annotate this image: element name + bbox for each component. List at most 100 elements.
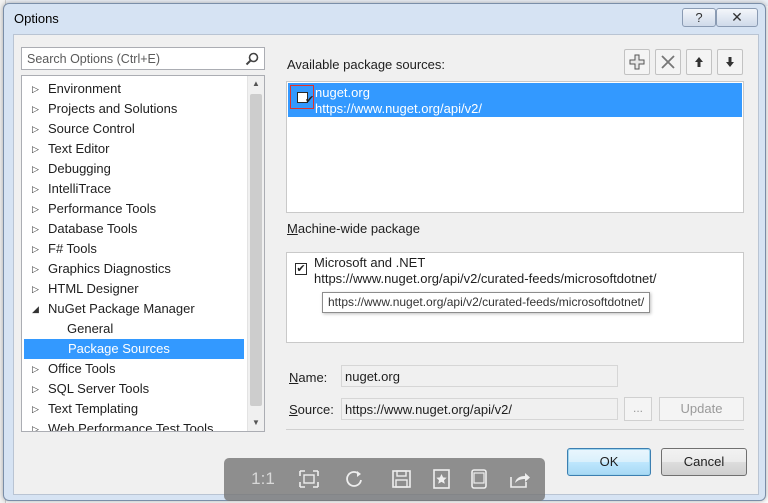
collapsed-arrow-icon[interactable]: ▷ bbox=[32, 119, 39, 139]
move-down-button[interactable] bbox=[717, 49, 743, 75]
save-icon bbox=[392, 470, 411, 488]
search-placeholder: Search Options (Ctrl+E) bbox=[27, 52, 161, 66]
collapsed-arrow-icon[interactable]: ▷ bbox=[32, 219, 39, 239]
tree-scrollbar[interactable]: ▲ ▼ bbox=[247, 76, 264, 431]
tree-item[interactable]: ▷ F# Tools bbox=[23, 239, 245, 259]
source-name: nuget.org bbox=[315, 85, 370, 100]
tree-item-label: Office Tools bbox=[48, 361, 116, 376]
window-title: Options bbox=[14, 11, 59, 26]
phone-frame-icon bbox=[471, 469, 487, 489]
search-options-input[interactable]: Search Options (Ctrl+E) bbox=[21, 47, 265, 70]
actual-size-button[interactable]: 1:1 bbox=[248, 466, 278, 492]
source-field[interactable]: https://www.nuget.org/api/v2/ bbox=[341, 398, 618, 420]
tree-item[interactable]: ▷ Source Control bbox=[23, 119, 245, 139]
tree-item[interactable]: ▷ Database Tools bbox=[23, 219, 245, 239]
tree-item-label: Text Templating bbox=[48, 401, 139, 416]
favorite-button[interactable] bbox=[427, 466, 457, 492]
close-button[interactable]: ✕ bbox=[716, 8, 758, 27]
tree-item[interactable]: ◢ NuGet Package Manager bbox=[23, 299, 245, 319]
collapsed-arrow-icon[interactable]: ▷ bbox=[32, 379, 39, 399]
tree-item-label: SQL Server Tools bbox=[48, 381, 150, 396]
tree-item[interactable]: ▷ Projects and Solutions bbox=[23, 99, 245, 119]
url-tooltip: https://www.nuget.org/api/v2/curated-fee… bbox=[322, 292, 651, 313]
collapsed-arrow-icon[interactable]: ▷ bbox=[32, 139, 39, 159]
collapsed-arrow-icon[interactable]: ▷ bbox=[32, 79, 39, 99]
scroll-up-arrow-icon[interactable]: ▲ bbox=[248, 76, 264, 92]
ok-button[interactable]: OK bbox=[567, 448, 651, 476]
tree-item-label: General bbox=[67, 321, 114, 336]
fit-window-button[interactable] bbox=[294, 466, 324, 492]
title-bar[interactable]: Options ? ✕ bbox=[4, 4, 765, 32]
machine-source-name: Microsoft and .NET bbox=[314, 255, 426, 270]
slideshow-button[interactable] bbox=[464, 466, 494, 492]
collapsed-arrow-icon[interactable]: ▷ bbox=[32, 199, 39, 219]
scroll-down-arrow-icon[interactable]: ▼ bbox=[248, 415, 264, 431]
arrow-up-icon bbox=[695, 57, 703, 67]
available-sources-label: Available package sources: bbox=[287, 57, 446, 72]
package-source-row[interactable]: ✔ nuget.org https://www.nuget.org/api/v2… bbox=[288, 83, 742, 117]
tree-item[interactable]: ▷ Web Performance Test Tools bbox=[23, 419, 245, 432]
name-field[interactable]: nuget.org bbox=[341, 365, 618, 387]
package-sources-list[interactable]: ✔ nuget.org https://www.nuget.org/api/v2… bbox=[286, 81, 744, 213]
tree-item[interactable]: ▷ Environment bbox=[23, 79, 245, 99]
machine-wide-sources-list[interactable]: ✔ Microsoft and .NET https://www.nuget.o… bbox=[286, 252, 744, 343]
tree-item-label: Web Performance Test Tools bbox=[48, 421, 214, 432]
tree-child-item[interactable]: General bbox=[23, 319, 245, 339]
move-up-button[interactable] bbox=[686, 49, 712, 75]
remove-source-button[interactable] bbox=[655, 49, 681, 75]
share-icon bbox=[510, 473, 530, 488]
name-value: nuget.org bbox=[345, 369, 400, 384]
tree-item-label: Source Control bbox=[48, 121, 135, 136]
machine-source-checkbox[interactable]: ✔ bbox=[295, 263, 307, 275]
separator bbox=[286, 429, 744, 430]
tree-item[interactable]: ▷ SQL Server Tools bbox=[23, 379, 245, 399]
collapsed-arrow-icon[interactable]: ▷ bbox=[32, 419, 39, 431]
collapsed-arrow-icon[interactable]: ▷ bbox=[32, 279, 39, 299]
tree-item[interactable]: ▷ Office Tools bbox=[23, 359, 245, 379]
tree-item-label: Debugging bbox=[48, 161, 111, 176]
dialog-content: Search Options (Ctrl+E) ▷ Environment ▷ Pro… bbox=[13, 34, 759, 495]
tree-item-label: Projects and Solutions bbox=[48, 101, 178, 116]
tree-item[interactable]: ▷ Text Templating bbox=[23, 399, 245, 419]
tree-item[interactable]: ▷ HTML Designer bbox=[23, 279, 245, 299]
collapsed-arrow-icon[interactable]: ▷ bbox=[32, 399, 39, 419]
cancel-button[interactable]: Cancel bbox=[661, 448, 747, 476]
tree-item-label: HTML Designer bbox=[48, 281, 139, 296]
update-button[interactable]: Update bbox=[659, 397, 744, 421]
tree-item[interactable]: ▷ Graphics Diagnostics bbox=[23, 259, 245, 279]
scroll-thumb[interactable] bbox=[250, 94, 262, 406]
tree-item[interactable]: ▷ Performance Tools bbox=[23, 199, 245, 219]
search-icon[interactable] bbox=[244, 51, 260, 67]
collapsed-arrow-icon[interactable]: ▷ bbox=[32, 239, 39, 259]
collapsed-arrow-icon[interactable]: ▷ bbox=[32, 179, 39, 199]
plus-icon bbox=[629, 54, 645, 70]
collapsed-arrow-icon[interactable]: ▷ bbox=[32, 359, 39, 379]
share-button[interactable] bbox=[505, 466, 535, 492]
expanded-arrow-icon[interactable]: ◢ bbox=[32, 299, 39, 319]
tree-item-label: Graphics Diagnostics bbox=[48, 261, 171, 276]
tree-child-item[interactable]: Package Sources bbox=[24, 339, 244, 359]
tree-item[interactable]: ▷ IntelliTrace bbox=[23, 179, 245, 199]
checkmark-icon: ✔ bbox=[296, 263, 306, 275]
tree-item-label: IntelliTrace bbox=[48, 181, 112, 196]
source-label: Source: bbox=[289, 402, 334, 417]
tree-item[interactable]: ▷ Debugging bbox=[23, 159, 245, 179]
collapsed-arrow-icon[interactable]: ▷ bbox=[32, 259, 39, 279]
source-enabled-checkbox[interactable]: ✔ bbox=[290, 85, 314, 109]
collapsed-arrow-icon[interactable]: ▷ bbox=[32, 99, 39, 119]
tree-item-label: F# Tools bbox=[48, 241, 97, 256]
help-button[interactable]: ? bbox=[682, 8, 716, 27]
tree-item[interactable]: ▷ Text Editor bbox=[23, 139, 245, 159]
browse-button[interactable]: ... bbox=[624, 397, 652, 421]
add-source-button[interactable] bbox=[624, 49, 650, 75]
arrow-down-icon bbox=[726, 57, 734, 67]
tree-item-label: NuGet Package Manager bbox=[48, 301, 195, 316]
source-value: https://www.nuget.org/api/v2/ bbox=[345, 402, 512, 417]
rotate-button[interactable] bbox=[339, 466, 369, 492]
star-bookmark-icon bbox=[433, 469, 450, 489]
source-url: https://www.nuget.org/api/v2/ bbox=[315, 101, 482, 116]
collapsed-arrow-icon[interactable]: ▷ bbox=[32, 159, 39, 179]
save-button[interactable] bbox=[387, 466, 417, 492]
options-tree[interactable]: ▷ Environment ▷ Projects and Solutions ▷ Sour… bbox=[21, 75, 265, 432]
name-label: Name: bbox=[289, 370, 328, 385]
